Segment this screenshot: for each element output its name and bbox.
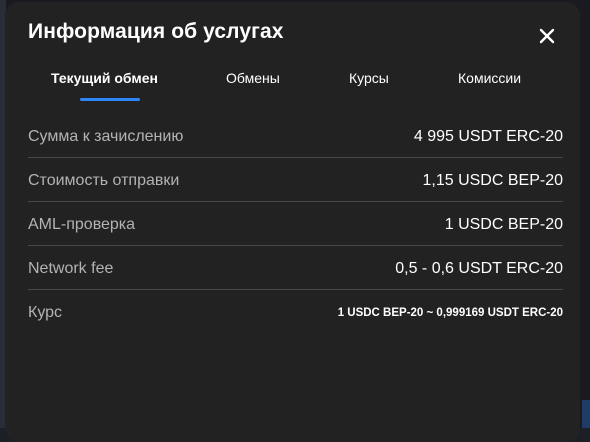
row-value-aml-check: 1 USDC BEP-20: [444, 216, 563, 233]
services-info-modal: Информация об услугах Текущий обмен Обме…: [5, 2, 580, 442]
active-tab-indicator: [80, 98, 140, 101]
row-label-aml-check: AML-проверка: [28, 216, 136, 233]
list-item: AML-проверка 1 USDC BEP-20: [28, 202, 563, 246]
row-label-sending-cost: Стоимость отправки: [28, 172, 180, 189]
list-item: Сумма к зачислению 4 995 USDT ERC-20: [28, 114, 563, 158]
tab-bar: Текущий обмен Обмены Курсы Комиссии: [28, 70, 563, 104]
row-value-network-fee: 0,5 - 0,6 USDT ERC-20: [395, 260, 563, 277]
tab-current-exchange[interactable]: Текущий обмен: [51, 70, 158, 86]
exchange-details-list: Сумма к зачислению 4 995 USDT ERC-20 Сто…: [28, 114, 563, 334]
modal-title: Информация об услугах: [28, 20, 284, 43]
tab-commissions[interactable]: Комиссии: [458, 70, 521, 86]
close-icon: [539, 28, 555, 44]
row-value-amount-credited: 4 995 USDT ERC-20: [413, 128, 563, 145]
row-value-rate: 1 USDC BEP-20 ~ 0,999169 USDT ERC-20: [337, 307, 563, 319]
tab-exchanges[interactable]: Обмены: [226, 70, 280, 86]
row-value-sending-cost: 1,15 USDC BEP-20: [422, 172, 563, 189]
tab-rates[interactable]: Курсы: [349, 70, 389, 86]
list-item: Стоимость отправки 1,15 USDC BEP-20: [28, 158, 563, 202]
list-item: Курс 1 USDC BEP-20 ~ 0,999169 USDT ERC-2…: [28, 290, 563, 334]
row-label-amount-credited: Сумма к зачислению: [28, 128, 184, 145]
backdrop-edge-right: [582, 400, 590, 428]
row-label-network-fee: Network fee: [28, 260, 114, 277]
close-button[interactable]: [533, 22, 561, 50]
list-item: Network fee 0,5 - 0,6 USDT ERC-20: [28, 246, 563, 290]
row-label-rate: Курс: [28, 304, 63, 321]
